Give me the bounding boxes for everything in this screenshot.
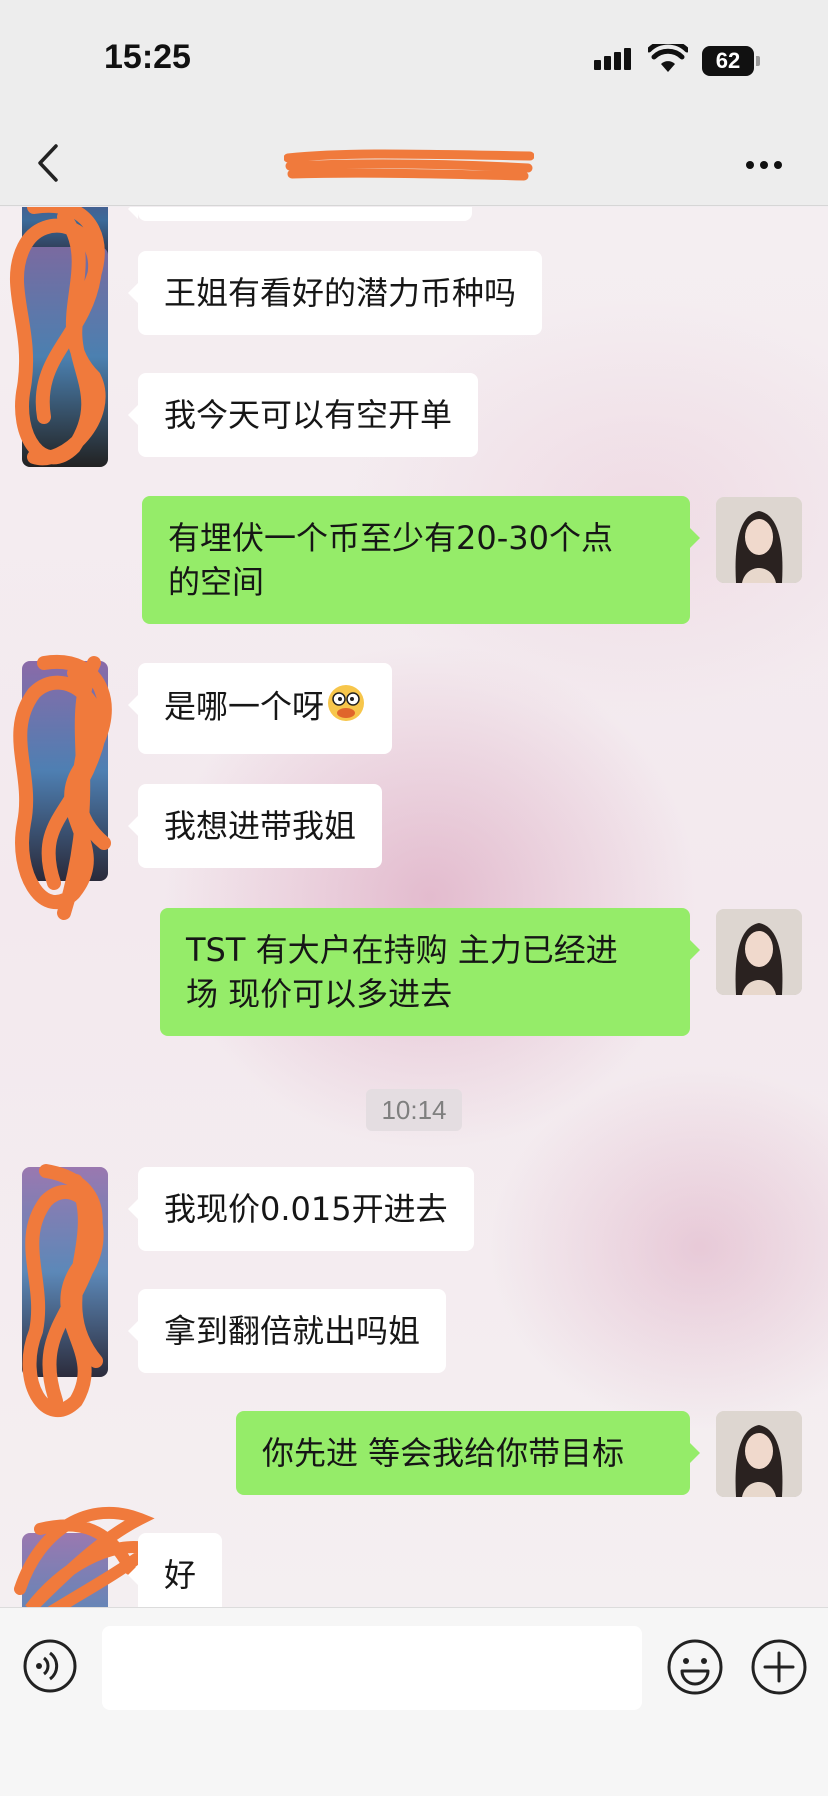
message-bubble-received[interactable]: 拿到翻倍就出吗姐 bbox=[127, 1289, 447, 1373]
message-text: 我现价0.015开进去 bbox=[164, 1190, 448, 1228]
pondering-emoji-icon bbox=[326, 683, 366, 734]
redacted-chat-title bbox=[284, 149, 534, 181]
message-text: 王姐有看好的潜力币种吗 bbox=[164, 274, 517, 312]
voice-button[interactable] bbox=[22, 1638, 78, 1694]
more-dots-icon bbox=[746, 161, 754, 169]
redaction-scribble bbox=[10, 207, 106, 466]
chevron-left-icon bbox=[38, 144, 58, 182]
plus-icon bbox=[751, 1639, 807, 1695]
my-avatar[interactable] bbox=[716, 1411, 802, 1497]
message-bubble-sent[interactable]: 你先进 等会我给你带目标 bbox=[236, 1411, 700, 1495]
signal-icon bbox=[594, 48, 634, 70]
portrait-image bbox=[716, 497, 802, 583]
message-text: TST 有大户在持购 主力已经进 bbox=[186, 931, 618, 969]
message-text: 是哪一个呀 bbox=[164, 687, 325, 726]
portrait-image bbox=[716, 909, 802, 995]
portrait-image bbox=[716, 1411, 802, 1497]
message-bubble-received[interactable]: 王姐有看好的潜力币种吗 bbox=[127, 251, 543, 335]
wifi-icon bbox=[646, 39, 690, 78]
message-text: 有埋伏一个币至少有20-30个点 bbox=[168, 519, 613, 557]
more-dot bbox=[760, 161, 768, 169]
status-time: 15:25 bbox=[104, 38, 191, 76]
message-text: 我今天可以有空开单 bbox=[164, 396, 453, 434]
nav-bar bbox=[0, 120, 828, 206]
emoji-icon bbox=[667, 1639, 723, 1695]
emoji-button[interactable] bbox=[666, 1638, 724, 1696]
back-button[interactable] bbox=[30, 140, 70, 186]
battery-indicator: 62 bbox=[702, 46, 760, 76]
message-bubble-received[interactable]: 我现价0.015开进去 bbox=[128, 1167, 474, 1251]
more-button[interactable] bbox=[746, 154, 796, 174]
redaction-scribble bbox=[22, 1164, 104, 1417]
redaction-scribble bbox=[13, 654, 112, 920]
message-bubble-sent[interactable]: 有埋伏一个币至少有20-30个点 的空间 bbox=[142, 496, 700, 624]
message-bubble-sent[interactable]: TST 有大户在持购 主力已经进 场 现价可以多进去 bbox=[160, 908, 700, 1036]
message-text: 场 现价可以多进去 bbox=[186, 975, 453, 1013]
message-bubble-received[interactable]: 是哪一个呀 bbox=[127, 663, 393, 754]
message-text: 你先进 等会我给你带目标 bbox=[262, 1434, 625, 1472]
chat-area[interactable]: 王姐有看好的潜力币种吗 我今天可以有空开单 有埋伏一个币至少有20-30个点 的… bbox=[0, 207, 828, 1607]
voice-icon bbox=[23, 1639, 77, 1693]
message-text: 我想进带我姐 bbox=[164, 807, 357, 845]
message-text: 的空间 bbox=[168, 563, 265, 601]
my-avatar[interactable] bbox=[716, 497, 802, 583]
timestamp-divider: 10:14 bbox=[366, 1089, 462, 1131]
message-text: 好 bbox=[164, 1556, 197, 1594]
message-bubble-received[interactable]: 我想进带我姐 bbox=[127, 784, 383, 868]
message-text: 拿到翻倍就出吗姐 bbox=[164, 1312, 421, 1350]
message-bubble-received[interactable]: 我今天可以有空开单 bbox=[127, 373, 479, 457]
more-dot bbox=[774, 161, 782, 169]
message-input[interactable] bbox=[102, 1626, 642, 1710]
input-bar bbox=[0, 1607, 828, 1796]
plus-button[interactable] bbox=[750, 1638, 808, 1696]
status-bar: 15:25 62 bbox=[0, 0, 828, 120]
message-bubble-received[interactable]: 好 bbox=[127, 1533, 223, 1607]
redaction-scribble bbox=[14, 1506, 160, 1607]
my-avatar[interactable] bbox=[716, 909, 802, 995]
partial-message-bubble bbox=[128, 207, 472, 221]
